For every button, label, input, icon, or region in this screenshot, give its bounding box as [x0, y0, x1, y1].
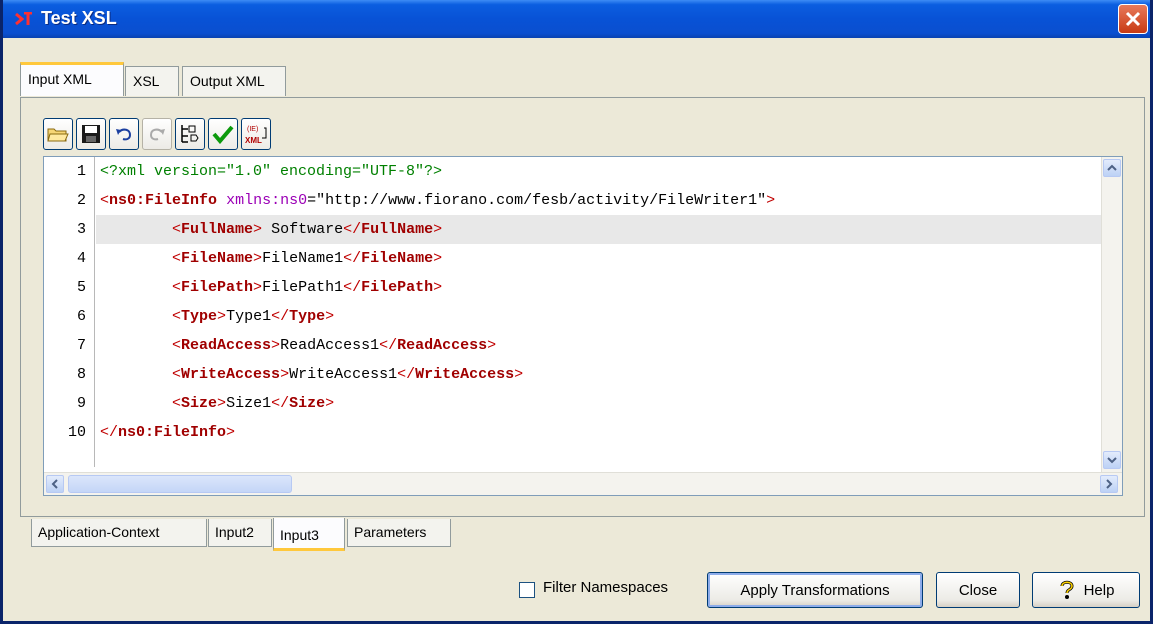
code-text: <FilePath>FilePath1</FilePath>	[172, 279, 443, 296]
horizontal-scrollbar[interactable]	[44, 472, 1122, 495]
tab-input3-label: Input3	[280, 527, 319, 543]
test-xsl-window: Test XSL Input XML XSL Output XML (IE) X…	[0, 0, 1153, 624]
close-button-label: Close	[958, 581, 998, 599]
code-line[interactable]: 5 <FilePath>FilePath1</FilePath>	[44, 273, 1104, 302]
code-line[interactable]: 9 <Size>Size1</Size>	[44, 389, 1104, 418]
line-number: 2	[76, 192, 86, 209]
tab-input3[interactable]: Input3	[273, 518, 345, 551]
apply-transformations-label: Apply Transformations	[740, 581, 890, 599]
horizontal-scroll-thumb[interactable]	[68, 475, 292, 493]
line-number: 8	[76, 366, 86, 383]
code-line[interactable]: 10 </ns0:FileInfo>	[44, 418, 1104, 447]
scroll-up-button[interactable]	[1103, 159, 1121, 177]
code-text: <FullName> Software</FullName>	[172, 221, 443, 238]
code-line[interactable]: 1 <?xml version="1.0" encoding="UTF-8"?>	[44, 157, 1104, 186]
code-text: <WriteAccess>WriteAccess1</WriteAccess>	[172, 366, 524, 383]
xml-icon-text: XML	[245, 136, 262, 145]
tab-parameters[interactable]: Parameters	[347, 519, 451, 547]
entity-icon-text: (IE)	[247, 126, 258, 133]
validate-check-icon	[212, 125, 234, 144]
apply-transformations-button[interactable]: Apply Transformations	[707, 572, 923, 608]
redo-icon	[149, 128, 165, 141]
tab-xsl[interactable]: XSL	[125, 66, 179, 96]
code-text: </ns0:FileInfo>	[100, 424, 236, 441]
open-folder-icon	[47, 128, 69, 142]
code-line[interactable]: 6 <Type>Type1</Type>	[44, 302, 1104, 331]
validate-button[interactable]	[208, 118, 238, 150]
code-text: <ReadAccess>ReadAccess1</ReadAccess>	[172, 337, 497, 354]
help-button-label: Help	[1083, 581, 1115, 599]
chevron-right-icon	[1106, 479, 1113, 489]
line-number: 3	[76, 221, 86, 238]
tab-application-context[interactable]: Application-Context	[31, 519, 207, 547]
code-line[interactable]: 3 <FullName> Software</FullName>	[44, 215, 1104, 244]
code-text: <Size>Size1</Size>	[172, 395, 335, 412]
chevron-left-icon	[51, 479, 58, 489]
open-button[interactable]	[43, 118, 73, 150]
code-line[interactable]: 8 <WriteAccess>WriteAccess1</WriteAccess…	[44, 360, 1104, 389]
line-number: 10	[67, 424, 86, 441]
filter-namespaces-label: Filter Namespaces	[543, 579, 669, 596]
xml-editor[interactable]: 1 <?xml version="1.0" encoding="UTF-8"?>…	[43, 156, 1123, 496]
vertical-scrollbar[interactable]	[1101, 157, 1122, 473]
code-line[interactable]: 7 <ReadAccess>ReadAccess1</ReadAccess>	[44, 331, 1104, 360]
tab-xsl-label: XSL	[133, 73, 160, 89]
tab-output-xml[interactable]: Output XML	[182, 66, 286, 96]
scroll-right-button[interactable]	[1100, 475, 1118, 493]
tab-application-context-label: Application-Context	[38, 524, 160, 540]
line-number: 9	[76, 395, 86, 412]
undo-button[interactable]	[109, 118, 139, 150]
tree-view-icon	[181, 125, 199, 143]
tab-input2[interactable]: Input2	[208, 519, 272, 547]
app-logo-icon	[15, 12, 32, 26]
input-xml-panel: (IE) XML 1 <?xml version="1.0" encoding=…	[20, 97, 1145, 517]
code-text: <FileName>FileName1</FileName>	[172, 250, 443, 267]
code-line[interactable]: 4 <FileName>FileName1</FileName>	[44, 244, 1104, 273]
save-icon	[82, 125, 100, 143]
scroll-left-button[interactable]	[46, 475, 64, 493]
help-button[interactable]: Help	[1032, 572, 1140, 608]
line-number: 4	[76, 250, 86, 267]
scroll-down-button[interactable]	[1103, 451, 1121, 469]
window-close-button[interactable]	[1118, 4, 1148, 34]
tab-input2-label: Input2	[215, 524, 254, 540]
tab-output-xml-label: Output XML	[190, 73, 265, 89]
close-button[interactable]: Close	[936, 572, 1020, 608]
chevron-up-icon	[1107, 164, 1117, 171]
tree-view-button[interactable]	[175, 118, 205, 150]
redo-button[interactable]	[142, 118, 172, 150]
code-text: <ns0:FileInfo xmlns:ns0="http://www.fior…	[100, 192, 776, 209]
save-button[interactable]	[76, 118, 106, 150]
code-text: <?xml version="1.0" encoding="UTF-8"?>	[100, 157, 442, 186]
window-title: Test XSL	[41, 8, 117, 28]
line-number: 6	[76, 308, 86, 325]
chevron-down-icon	[1107, 457, 1117, 464]
tab-parameters-label: Parameters	[354, 524, 427, 540]
code-line[interactable]: 2 <ns0:FileInfo xmlns:ns0="http://www.fi…	[44, 186, 1104, 215]
undo-icon	[116, 128, 132, 141]
code-text: <Type>Type1</Type>	[172, 308, 335, 325]
help-question-icon	[1060, 580, 1074, 599]
line-number: 5	[76, 279, 86, 296]
xml-entity-button[interactable]: (IE) XML	[241, 118, 271, 150]
filter-namespaces-checkbox[interactable]	[519, 582, 535, 598]
tab-input-xml-label: Input XML	[28, 71, 92, 87]
xml-entity-icon: (IE) XML	[245, 126, 267, 145]
line-number: 7	[76, 337, 86, 354]
code-line-1-text: <?xml version="1.0" encoding="UTF-8"?>	[100, 163, 443, 180]
close-icon	[1125, 11, 1141, 27]
tab-input-xml[interactable]: Input XML	[20, 62, 124, 96]
title-bar[interactable]: Test XSL	[3, 0, 1150, 38]
line-number: 1	[76, 163, 86, 180]
